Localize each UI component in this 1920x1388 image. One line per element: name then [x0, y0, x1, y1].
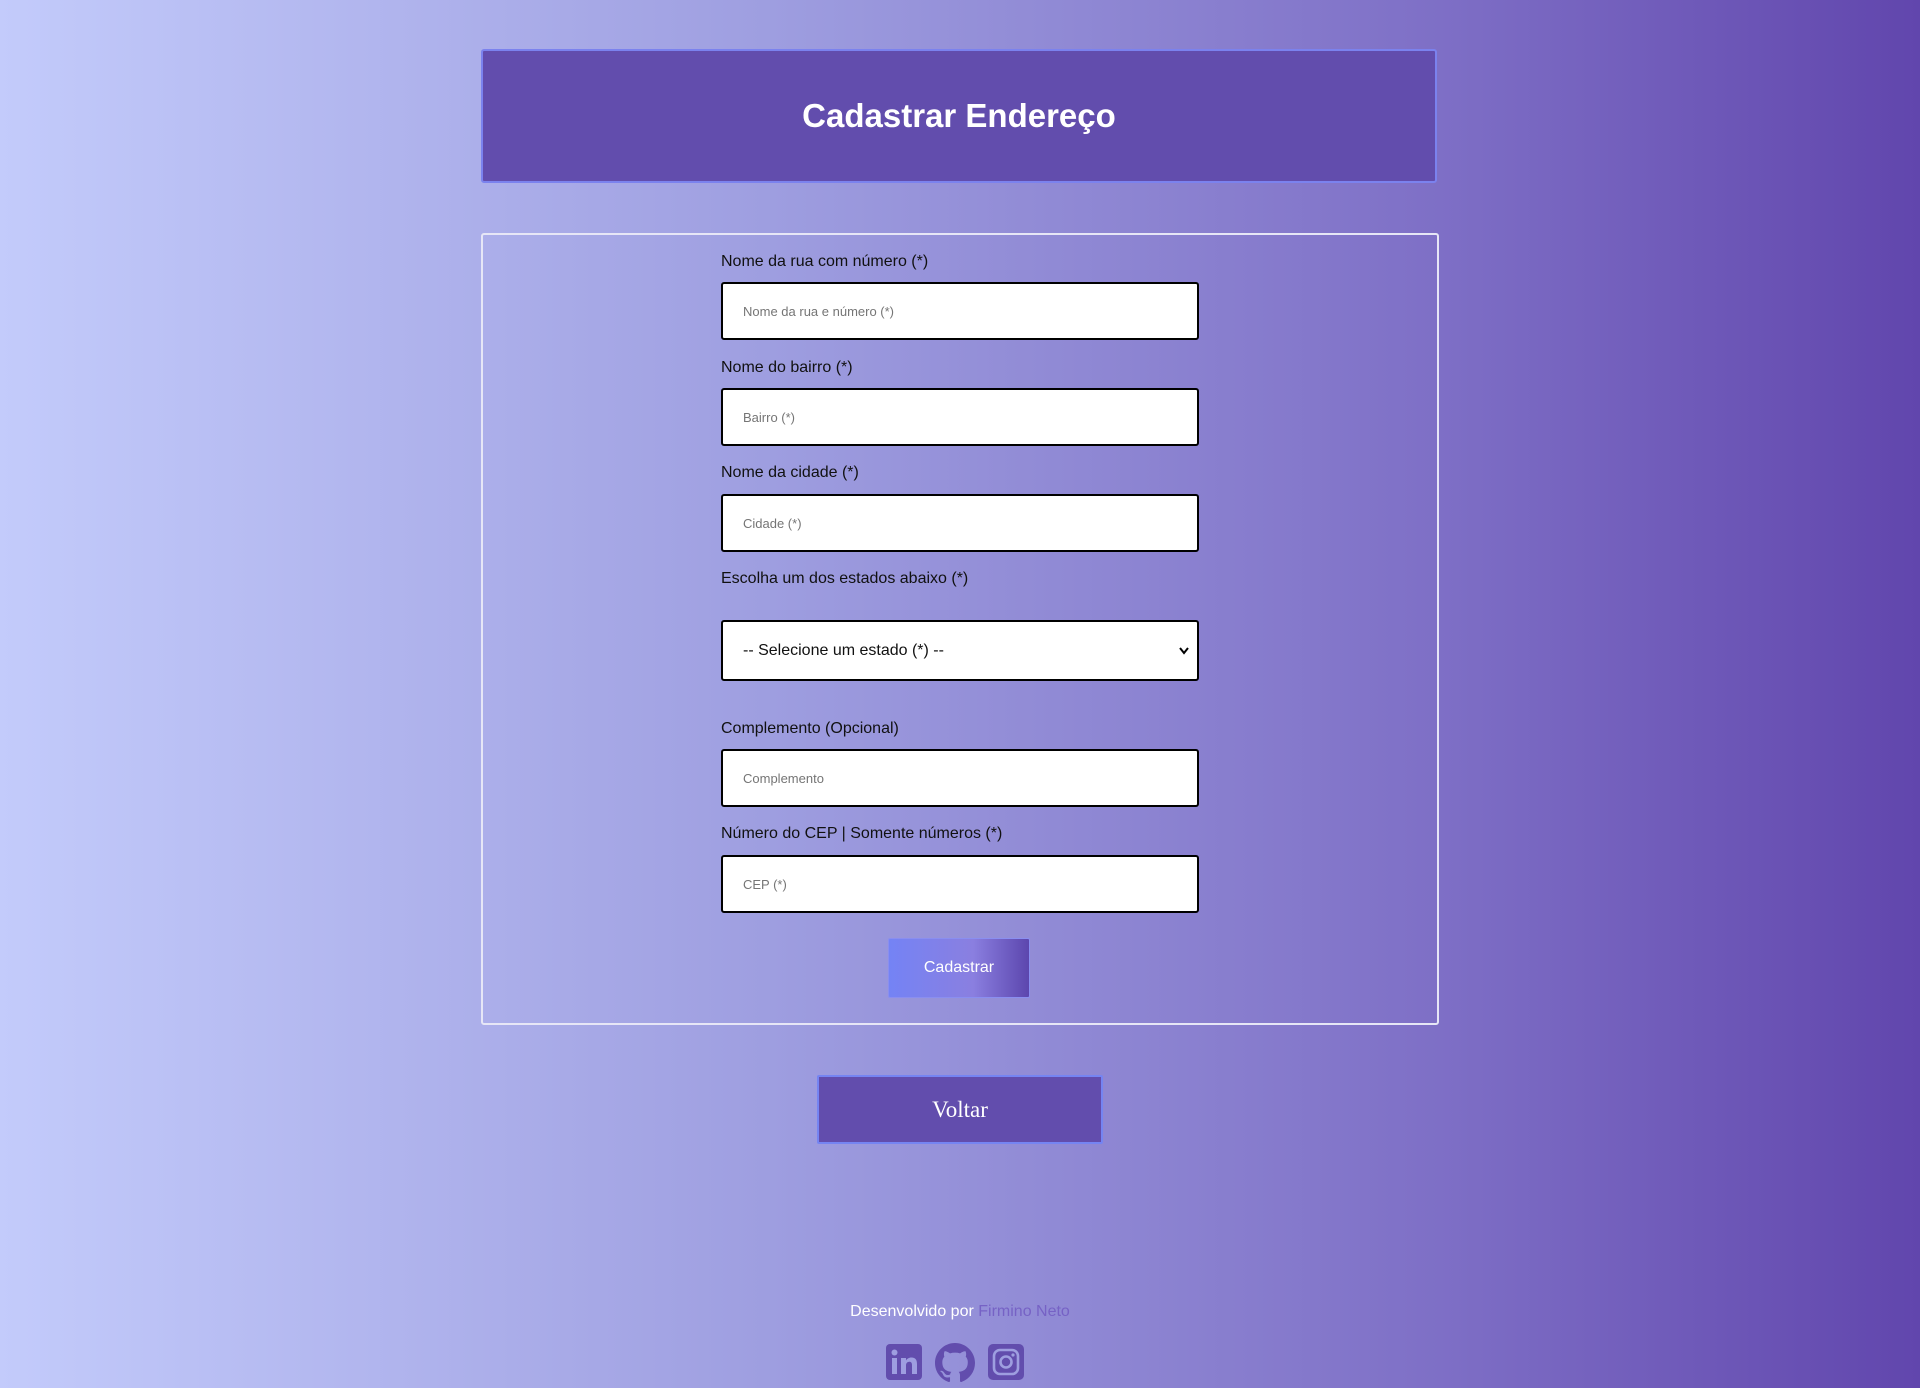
- complement-label: Complemento (Opcional): [721, 720, 899, 737]
- complement-input[interactable]: [721, 749, 1199, 807]
- credit-prefix: Desenvolvido por: [850, 1303, 979, 1320]
- state-select-value: -- Selecione um estado (*) --: [743, 641, 944, 659]
- page-title: Cadastrar Endereço: [802, 97, 1116, 134]
- cep-label: Número do CEP | Somente números (*): [721, 825, 1003, 842]
- page-header: Cadastrar Endereço: [481, 49, 1437, 183]
- linkedin-link[interactable]: [885, 1343, 923, 1381]
- city-label: Nome da cidade (*): [721, 464, 859, 481]
- state-label: Escolha um dos estados abaixo (*): [721, 570, 969, 587]
- state-select[interactable]: -- Selecione um estado (*) --: [721, 620, 1199, 681]
- neighborhood-input[interactable]: [721, 388, 1199, 446]
- github-link[interactable]: [935, 1343, 975, 1383]
- author-link[interactable]: Firmino Neto: [978, 1303, 1070, 1320]
- submit-button[interactable]: Cadastrar: [888, 938, 1030, 998]
- street-input[interactable]: [721, 282, 1199, 340]
- back-button[interactable]: Voltar: [817, 1075, 1103, 1144]
- linkedin-icon: [886, 1344, 922, 1380]
- github-icon: [935, 1343, 975, 1383]
- chevron-down-icon: [1179, 647, 1189, 655]
- footer-credit: Desenvolvido por Firmino Neto: [0, 1303, 1920, 1321]
- street-label: Nome da rua com número (*): [721, 253, 929, 270]
- city-input[interactable]: [721, 494, 1199, 552]
- instagram-icon: [988, 1344, 1024, 1380]
- neighborhood-label: Nome do bairro (*): [721, 359, 853, 376]
- cep-input[interactable]: [721, 855, 1199, 913]
- instagram-link[interactable]: [987, 1343, 1025, 1381]
